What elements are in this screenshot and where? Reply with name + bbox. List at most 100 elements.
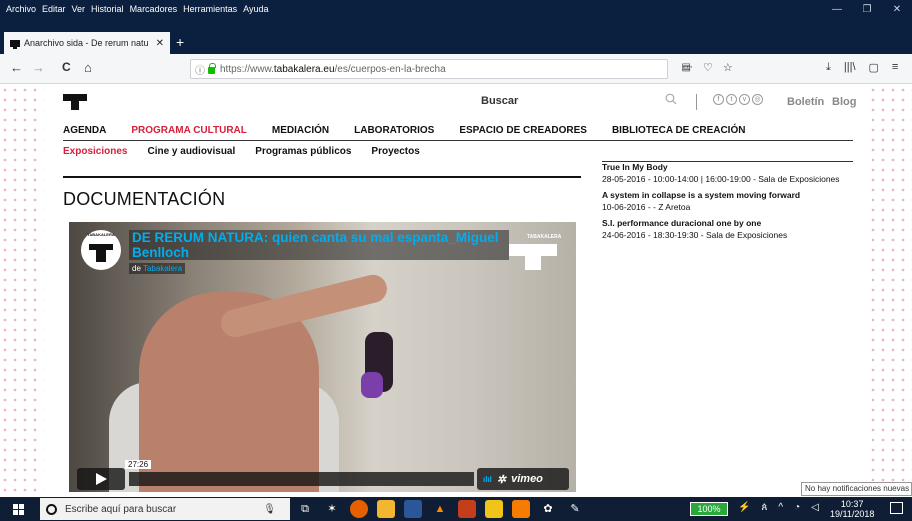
- taskbar-clock[interactable]: 10:37 19/11/2018: [830, 499, 874, 519]
- home-button[interactable]: ⌂: [84, 60, 92, 75]
- volume-icon[interactable]: ◁: [811, 502, 819, 513]
- play-button[interactable]: [77, 468, 125, 490]
- app-icon-5[interactable]: ✎: [566, 500, 584, 518]
- battery-indicator[interactable]: 100%: [690, 502, 728, 516]
- video-byline: de Tabakalera: [129, 263, 186, 274]
- instagram-icon[interactable]: ◎: [752, 94, 763, 105]
- browser-tab[interactable]: Anarchivo sida - De rerum natu ✕: [4, 32, 170, 54]
- blog-link[interactable]: Blog: [832, 96, 856, 108]
- firefox-icon[interactable]: [350, 500, 368, 518]
- new-tab-button[interactable]: +: [176, 34, 184, 50]
- app-icon-3[interactable]: [512, 500, 530, 518]
- menu-historial[interactable]: Historial: [91, 4, 124, 14]
- action-center-icon[interactable]: [890, 502, 903, 514]
- pocket-icon[interactable]: ♡: [703, 61, 713, 74]
- lock-icon: [208, 62, 216, 74]
- subnav-programas-publicos[interactable]: Programas públicos: [255, 146, 351, 157]
- people-icon[interactable]: ጰ: [761, 502, 767, 513]
- forward-button[interactable]: →: [32, 60, 45, 75]
- search-icon[interactable]: [665, 93, 677, 105]
- event-title[interactable]: S.I. performance duracional one by one: [602, 217, 852, 229]
- tab-title: Anarchivo sida - De rerum natu: [24, 38, 149, 48]
- task-view-icon[interactable]: ⧉: [296, 500, 314, 518]
- tab-close-icon[interactable]: ✕: [156, 38, 164, 49]
- power-icon[interactable]: ⚡: [738, 502, 750, 513]
- url-bar[interactable]: ⓘ https://www. tabakalera.eu/es/cuerpos-e…: [190, 59, 691, 79]
- channel-link[interactable]: Tabakalera: [143, 264, 182, 273]
- page-actions-menu-icon[interactable]: ···: [682, 61, 693, 74]
- event-title[interactable]: True In My Body: [602, 161, 852, 173]
- menu-editar[interactable]: Editar: [42, 4, 66, 14]
- restore-button[interactable]: ❐: [852, 4, 882, 15]
- boletin-link[interactable]: Boletín: [787, 96, 824, 108]
- word-icon[interactable]: [404, 500, 422, 518]
- library-icon[interactable]: |||\: [844, 61, 856, 74]
- nav-biblioteca-de-creacion[interactable]: BIBLIOTECA DE CREACIÓN: [612, 125, 746, 136]
- nav-programa-cultural[interactable]: PROGRAMA CULTURAL: [131, 125, 247, 136]
- app-icon-4[interactable]: ✿: [539, 500, 557, 518]
- channel-avatar-text: TABAKALERA: [87, 232, 115, 237]
- app-icon-2[interactable]: [458, 500, 476, 518]
- url-prefix: https://www.: [220, 63, 274, 75]
- event-item[interactable]: S.I. performance duracional one by one 2…: [602, 217, 852, 241]
- tabakalera-logo[interactable]: [63, 94, 87, 110]
- downloads-icon[interactable]: ⤓: [826, 61, 831, 74]
- twitter-icon[interactable]: t: [726, 94, 737, 105]
- main-navigation: AGENDA PROGRAMA CULTURAL MEDIACIÓN LABOR…: [63, 125, 770, 136]
- vimeo-icon[interactable]: v: [739, 94, 750, 105]
- subnav-cine-y-audiovisual[interactable]: Cine y audiovisual: [147, 146, 235, 157]
- menu-marcadores[interactable]: Marcadores: [130, 4, 178, 14]
- volume-icon[interactable]: ılıl: [483, 475, 492, 484]
- microphone-icon[interactable]: 🎙: [263, 504, 276, 515]
- minimize-button[interactable]: —: [822, 4, 852, 15]
- menu-ayuda[interactable]: Ayuda: [243, 4, 268, 14]
- video-title[interactable]: DE RERUM NATURA: quien canta su mal espa…: [129, 230, 509, 260]
- app-icon-1[interactable]: ✶: [323, 500, 341, 518]
- nav-agenda[interactable]: AGENDA: [63, 125, 106, 136]
- sidebar-icon[interactable]: ▢: [869, 61, 879, 74]
- taskbar-search-placeholder: Escribe aquí para buscar: [65, 503, 177, 515]
- subnav-exposiciones[interactable]: Exposiciones: [63, 146, 127, 157]
- url-path: /es/cuerpos-en-la-brecha: [334, 63, 446, 75]
- vimeo-video-player[interactable]: TABAKALERA DE RERUM NATURA: quien canta …: [69, 222, 576, 492]
- vlc-icon[interactable]: ▲: [431, 500, 449, 518]
- event-detail: 28-05-2016 - 10:00-14:00 | 16:00-19:00 -…: [602, 174, 840, 184]
- taskbar-search-box[interactable]: Escribe aquí para buscar 🎙: [40, 498, 290, 520]
- nav-espacio-de-creadores[interactable]: ESPACIO DE CREADORES: [459, 125, 587, 136]
- tabakalera-watermark: TABAKALERA: [509, 234, 561, 270]
- nav-mediacion[interactable]: MEDIACIÓN: [272, 125, 329, 136]
- event-detail: 10-06-2016 - - Z Aretoa: [602, 202, 691, 212]
- clock-date: 19/11/2018: [830, 509, 875, 519]
- hamburger-menu-icon[interactable]: ≡: [892, 61, 898, 74]
- tab-strip: Anarchivo sida - De rerum natu ✕ +: [0, 30, 912, 54]
- byline-prefix: de: [132, 264, 141, 273]
- web-page: Buscar f t v ◎ Boletín Blog AGENDA PROGR…: [0, 85, 912, 492]
- social-links: f t v ◎: [713, 94, 763, 105]
- close-window-button[interactable]: ✕: [882, 4, 912, 15]
- vimeo-logo[interactable]: vimeo: [511, 473, 543, 485]
- site-search-input[interactable]: Buscar: [481, 95, 518, 107]
- reload-button[interactable]: C: [62, 60, 71, 74]
- video-frame-purple-glove: [361, 372, 383, 398]
- settings-icon[interactable]: ✲: [497, 473, 506, 486]
- event-title[interactable]: A system in collapse is a system moving …: [602, 189, 852, 201]
- system-tray: ⚡ ጰ ^ ◔ ◁: [738, 502, 819, 513]
- file-explorer-icon[interactable]: [377, 500, 395, 518]
- back-button[interactable]: ←: [10, 60, 23, 75]
- facebook-icon[interactable]: f: [713, 94, 724, 105]
- subnav-proyectos[interactable]: Proyectos: [371, 146, 419, 157]
- event-item[interactable]: A system in collapse is a system moving …: [602, 189, 852, 213]
- event-item[interactable]: True In My Body 28-05-2016 - 10:00-14:00…: [602, 161, 852, 185]
- info-icon[interactable]: ⓘ: [195, 62, 205, 77]
- progress-bar[interactable]: 27:26: [125, 460, 474, 486]
- menu-ver[interactable]: Ver: [72, 4, 86, 14]
- network-icon[interactable]: ◔: [794, 502, 800, 513]
- search-divider: [696, 94, 697, 110]
- windows-start-icon[interactable]: [13, 504, 24, 515]
- menu-archivo[interactable]: Archivo: [6, 4, 36, 14]
- bookmark-star-icon[interactable]: ☆: [723, 61, 733, 74]
- menu-herramientas[interactable]: Herramientas: [183, 4, 237, 14]
- sticky-notes-icon[interactable]: [485, 500, 503, 518]
- show-hidden-icons-icon[interactable]: ^: [778, 502, 783, 513]
- nav-laboratorios[interactable]: LABORATORIOS: [354, 125, 434, 136]
